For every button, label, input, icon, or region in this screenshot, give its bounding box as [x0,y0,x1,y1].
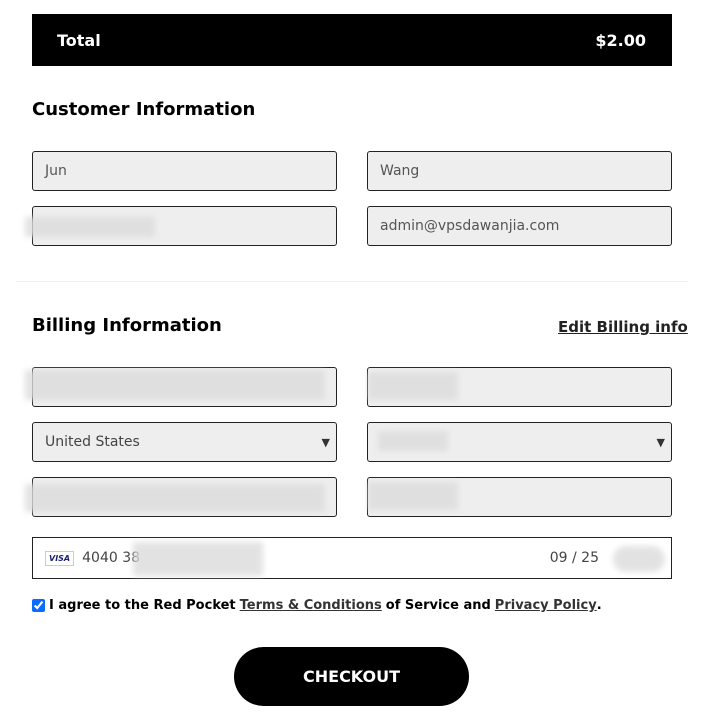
city-field[interactable] [25,477,337,517]
total-amount: $2.00 [595,30,646,50]
visa-icon: VISA [45,550,75,566]
section-divider [16,281,688,282]
privacy-link[interactable]: Privacy Policy [495,598,597,613]
card-field[interactable]: VISA 4040 38 09 / 25 [32,537,672,579]
billing-info-heading: Billing Information [32,315,222,336]
order-total-bar: Total $2.00 [32,14,672,66]
country-select[interactable]: United States ▼ [32,422,337,462]
agree-text: I agree to the Red Pocket [49,598,236,613]
chevron-down-icon: ▼ [321,436,330,449]
customer-info-heading: Customer Information [32,99,256,120]
terms-link[interactable]: Terms & Conditions [240,598,382,613]
phone-field[interactable] [25,206,337,246]
agree-row: I agree to the Red Pocket Terms & Condit… [32,598,602,613]
first-name-field[interactable]: Jun [32,151,337,191]
address-field[interactable] [25,367,337,407]
agree-text-2: of Service and [385,598,491,613]
checkout-button[interactable]: CHECKOUT [234,647,469,706]
agree-period: . [596,598,602,613]
country-value: United States [45,434,140,450]
last-name-field[interactable]: Wang [367,151,672,191]
total-label: Total [57,30,101,50]
edit-billing-link[interactable]: Edit Billing info [558,318,688,336]
zip-field[interactable] [367,477,672,517]
state-select[interactable]: ▼ [367,422,672,462]
redacted-value [133,542,263,576]
redacted-value [25,217,155,237]
chevron-down-icon: ▼ [656,436,665,449]
agree-checkbox[interactable] [32,599,45,612]
address2-field[interactable] [367,367,672,407]
card-expiry: 09 / 25 [549,550,599,566]
card-number: 4040 38 [82,550,141,566]
email-field[interactable]: admin@vpsdawanjia.com [367,206,672,246]
redacted-cvc [613,546,665,572]
